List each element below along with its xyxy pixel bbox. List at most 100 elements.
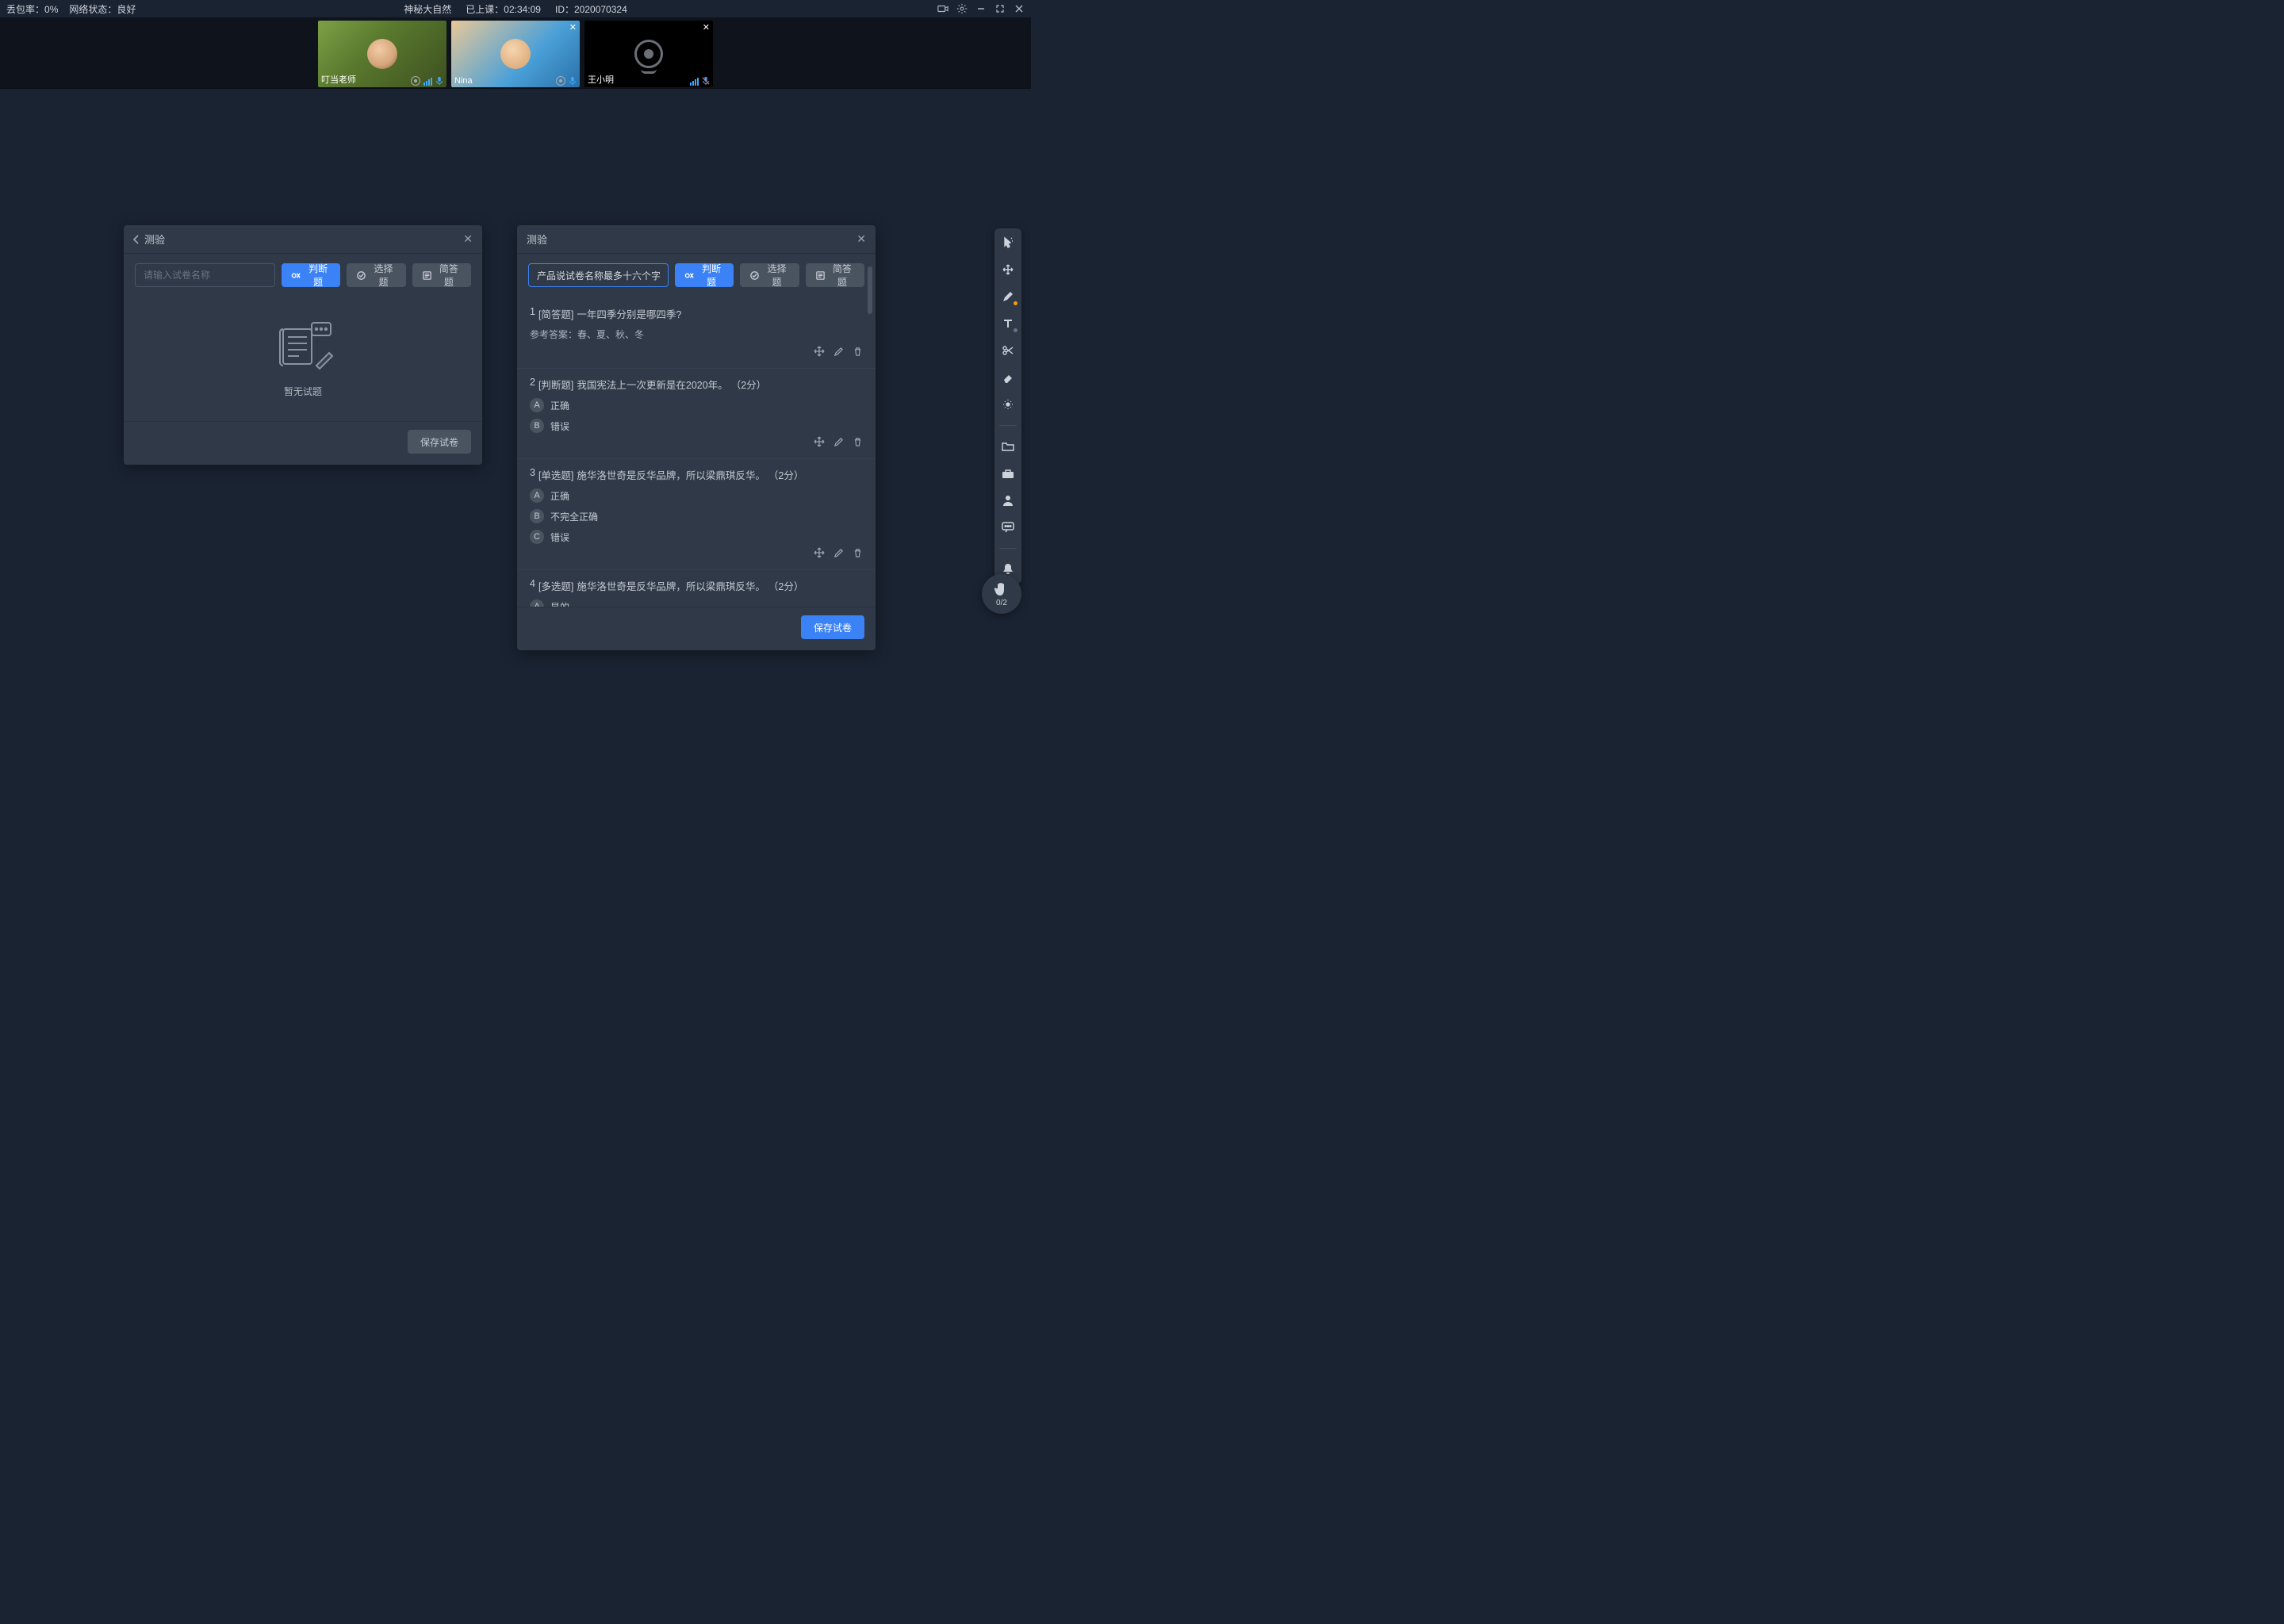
panel-toolbar: 判断题 选择题 简答题 bbox=[517, 254, 876, 295]
question-item: 3 [单选题] 施华洛世奇是反华品牌，所以梁鼎琪反华。 （2分） A正确 B不完… bbox=[517, 459, 876, 570]
close-window-icon[interactable] bbox=[1014, 3, 1025, 14]
choice-question-button[interactable]: 选择题 bbox=[347, 263, 405, 287]
toolbox-icon[interactable] bbox=[1000, 465, 1016, 481]
save-quiz-button[interactable]: 保存试卷 bbox=[801, 615, 864, 639]
option-badge: B bbox=[530, 419, 544, 433]
scissors-tool-icon[interactable] bbox=[1000, 343, 1016, 358]
quiz-panel-empty: 测验 ✕ 判断题 选择题 简答题 暂无试题 保存试卷 bbox=[124, 225, 482, 465]
settings-icon[interactable] bbox=[956, 3, 968, 14]
minimize-icon[interactable] bbox=[975, 3, 987, 14]
back-icon[interactable] bbox=[133, 235, 140, 244]
participant-name: Nina bbox=[454, 76, 473, 86]
hand-icon bbox=[994, 581, 1009, 597]
judge-icon bbox=[684, 270, 695, 281]
brightness-tool-icon[interactable] bbox=[1000, 396, 1016, 412]
panel-header: 测验 ✕ bbox=[517, 225, 876, 254]
participant-name: 王小明 bbox=[588, 73, 614, 86]
quiz-name-input[interactable] bbox=[528, 263, 669, 287]
folder-icon[interactable] bbox=[1000, 439, 1016, 454]
close-icon[interactable]: ✕ bbox=[856, 232, 866, 246]
option-badge: A bbox=[530, 599, 544, 607]
question-item: 2 [判断题] 我国宪法上一次更新是在2020年。 （2分） A正确 B错误 bbox=[517, 369, 876, 459]
option-badge: C bbox=[530, 530, 544, 544]
mic-muted-icon[interactable] bbox=[702, 76, 710, 86]
focus-icon[interactable] bbox=[556, 76, 565, 86]
video-tile-student[interactable]: ✕ Nina bbox=[451, 21, 580, 87]
course-title: 神秘大自然 bbox=[404, 2, 451, 16]
video-tile-student[interactable]: ✕ 王小明 bbox=[584, 21, 713, 87]
mic-icon[interactable] bbox=[569, 76, 577, 86]
question-title: 2 [判断题] 我国宪法上一次更新是在2020年。 （2分） bbox=[530, 377, 863, 392]
question-option[interactable]: C错误 bbox=[530, 530, 863, 544]
tool-rail bbox=[994, 228, 1021, 584]
question-option[interactable]: B不完全正确 bbox=[530, 509, 863, 523]
panel-footer: 保存试卷 bbox=[124, 421, 482, 465]
delete-icon[interactable] bbox=[852, 436, 863, 447]
delete-icon[interactable] bbox=[852, 547, 863, 558]
judge-icon bbox=[291, 270, 301, 281]
choice-icon bbox=[356, 270, 366, 281]
text-tool-icon[interactable] bbox=[1000, 316, 1016, 331]
packet-loss: 丢包率：0% bbox=[6, 2, 58, 16]
question-option[interactable]: B错误 bbox=[530, 419, 863, 433]
reference-answer: 参考答案：春、夏、秋、冬 bbox=[530, 327, 863, 341]
user-icon[interactable] bbox=[1000, 492, 1016, 508]
fullscreen-icon[interactable] bbox=[994, 3, 1006, 14]
hand-raise-badge[interactable]: 0/2 bbox=[982, 574, 1021, 614]
question-option[interactable]: A正确 bbox=[530, 398, 863, 412]
move-icon[interactable] bbox=[814, 346, 825, 357]
short-answer-icon bbox=[815, 270, 826, 281]
close-icon[interactable]: ✕ bbox=[569, 22, 577, 33]
mic-icon[interactable] bbox=[435, 76, 443, 86]
question-title: 3 [单选题] 施华洛世奇是反华品牌，所以梁鼎琪反华。 （2分） bbox=[530, 467, 863, 482]
short-answer-button[interactable]: 简答题 bbox=[806, 263, 864, 287]
judge-question-button[interactable]: 判断题 bbox=[675, 263, 734, 287]
panel-toolbar: 判断题 选择题 简答题 bbox=[124, 254, 482, 295]
question-option[interactable]: A正确 bbox=[530, 488, 863, 503]
focus-icon[interactable] bbox=[411, 76, 420, 86]
elapsed-time: 已上课：02:34:09 bbox=[466, 2, 541, 16]
panel-header: 测验 ✕ bbox=[124, 225, 482, 254]
camera-switch-icon[interactable] bbox=[937, 3, 948, 14]
panel-title: 测验 bbox=[527, 232, 547, 247]
signal-bars-icon bbox=[690, 78, 699, 86]
session-id: ID：2020070324 bbox=[555, 2, 627, 16]
status-bar: 丢包率：0% 网络状态：良好 神秘大自然 已上课：02:34:09 ID：202… bbox=[0, 0, 1031, 17]
edit-icon[interactable] bbox=[833, 547, 844, 558]
move-icon[interactable] bbox=[814, 547, 825, 558]
close-icon[interactable]: ✕ bbox=[463, 232, 473, 246]
participant-name: 叮当老师 bbox=[321, 73, 356, 86]
signal-bars-icon bbox=[423, 78, 432, 86]
video-tile-teacher[interactable]: 叮当老师 bbox=[318, 21, 446, 87]
short-answer-icon bbox=[422, 270, 432, 281]
pen-tool-icon[interactable] bbox=[1000, 289, 1016, 304]
move-tool-icon[interactable] bbox=[1000, 262, 1016, 278]
choice-question-button[interactable]: 选择题 bbox=[740, 263, 799, 287]
question-list[interactable]: 1 [简答题] 一年四季分别是哪四季? 参考答案：春、夏、秋、冬 2 [判断题]… bbox=[517, 295, 876, 607]
judge-question-button[interactable]: 判断题 bbox=[282, 263, 340, 287]
option-badge: B bbox=[530, 509, 544, 523]
edit-icon[interactable] bbox=[833, 346, 844, 357]
close-icon[interactable]: ✕ bbox=[703, 22, 710, 33]
question-item: 4 [多选题] 施华洛世奇是反华品牌，所以梁鼎琪反华。 （2分） A是的 B不完… bbox=[517, 570, 876, 607]
edit-icon[interactable] bbox=[833, 436, 844, 447]
empty-text: 暂无试题 bbox=[284, 385, 322, 398]
option-badge: A bbox=[530, 398, 544, 412]
chat-icon[interactable] bbox=[1000, 519, 1016, 535]
question-title: 4 [多选题] 施华洛世奇是反华品牌，所以梁鼎琪反华。 （2分） bbox=[530, 578, 863, 593]
eraser-tool-icon[interactable] bbox=[1000, 370, 1016, 385]
choice-icon bbox=[749, 270, 760, 281]
cursor-tool-icon[interactable] bbox=[1000, 235, 1016, 251]
move-icon[interactable] bbox=[814, 436, 825, 447]
empty-state: 暂无试题 bbox=[124, 295, 482, 421]
short-answer-button[interactable]: 简答题 bbox=[412, 263, 471, 287]
video-strip: 叮当老师 ✕ Nina ✕ 王小明 bbox=[0, 17, 1031, 89]
panel-footer: 保存试卷 bbox=[517, 607, 876, 650]
delete-icon[interactable] bbox=[852, 346, 863, 357]
question-option[interactable]: A是的 bbox=[530, 599, 863, 607]
scrollbar-thumb[interactable] bbox=[868, 266, 872, 314]
save-quiz-button[interactable]: 保存试卷 bbox=[408, 430, 471, 454]
option-badge: A bbox=[530, 488, 544, 503]
quiz-name-input[interactable] bbox=[135, 263, 275, 287]
question-title: 1 [简答题] 一年四季分别是哪四季? bbox=[530, 306, 863, 321]
